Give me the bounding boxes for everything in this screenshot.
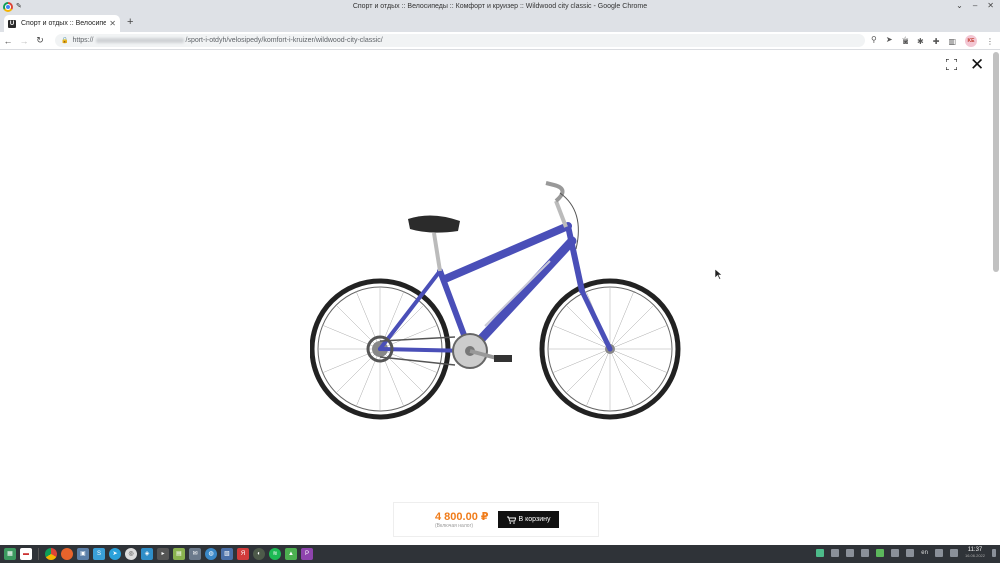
bluetooth-icon[interactable] (934, 549, 943, 557)
url-scheme: https:// (72, 37, 94, 44)
browser-tab[interactable]: U Спорт и отдых :: Велосипед ✕ (4, 15, 120, 32)
cart-button-label: В корзину (518, 516, 551, 523)
window-controls: ⌄ – ✕ (956, 1, 994, 10)
system-tray: en 11:37 16.06.2022 (816, 547, 996, 559)
flag-app-icon[interactable]: ▬ (20, 548, 32, 560)
new-tab-button[interactable]: + (127, 16, 133, 28)
window-menu-icon[interactable]: ⌄ (956, 1, 963, 10)
vpn-icon[interactable]: ◈ (141, 548, 153, 560)
tab-title: Спорт и отдых :: Велосипед (21, 20, 107, 27)
chrome-taskbar-icon[interactable] (45, 548, 57, 560)
mail-icon[interactable]: ✉ (189, 548, 201, 560)
minimize-icon[interactable]: – (973, 1, 977, 10)
toolbar-right-icons: ◙ ✱ ✚ ▥ KE ⋮ (903, 35, 994, 47)
puzzle-icon[interactable]: ✚ (933, 37, 940, 46)
clock[interactable]: 11:37 16.06.2022 (965, 547, 985, 559)
stem (554, 200, 568, 228)
notes-icon[interactable]: ▤ (173, 548, 185, 560)
tax-note: (Включая налог) (435, 523, 474, 529)
address-bar[interactable]: 🔒 https:// /sport-i-otdyh/velosipedy/kom… (55, 34, 865, 47)
browser-globe-icon[interactable]: ◍ (205, 548, 217, 560)
profile-avatar[interactable]: KE (965, 35, 977, 47)
forward-arrow-icon[interactable]: → (16, 36, 32, 46)
app-menu-icon[interactable]: ▦ (4, 548, 16, 560)
fullscreen-icon[interactable] (946, 59, 957, 70)
ide-icon[interactable]: P (301, 548, 313, 560)
back-arrow-icon[interactable]: ← (0, 36, 16, 46)
telegram-icon[interactable]: ➤ (109, 548, 121, 560)
frame-decal (484, 260, 551, 327)
purchase-panel: 4 800.00 ₽ (Включая налог) В корзину (393, 502, 599, 537)
product-price: 4 800.00 ₽ (435, 511, 489, 523)
spotify-icon[interactable]: ≋ (269, 548, 281, 560)
handlebar (545, 181, 565, 203)
tor-icon[interactable]: ◐ (253, 548, 265, 560)
tray-settings-icon[interactable] (831, 549, 840, 557)
taskbar-separator (38, 548, 39, 560)
tab-close-icon[interactable]: ✕ (109, 19, 116, 28)
tray-network-icon[interactable] (861, 549, 870, 557)
close-window-icon[interactable]: ✕ (987, 1, 994, 10)
bicycle-image (310, 181, 681, 420)
firefox-icon[interactable] (61, 548, 73, 560)
cart-icon (506, 516, 516, 524)
page-scrollbar[interactable] (993, 50, 999, 545)
system-monitor-icon[interactable]: ▲ (285, 548, 297, 560)
tray-app-icon[interactable] (816, 549, 825, 557)
url-host-redacted (95, 38, 184, 43)
files-icon[interactable]: ▣ (77, 548, 89, 560)
url-path: /sport-i-otdyh/velosipedy/komfort-i-krui… (185, 37, 383, 44)
kebab-menu-icon[interactable]: ⋮ (986, 37, 994, 46)
wifi-icon[interactable] (949, 549, 958, 557)
side-panel-icon[interactable]: ▥ (948, 37, 956, 46)
tray-display-icon[interactable] (891, 549, 900, 557)
image-viewer-icon[interactable]: ▧ (221, 548, 233, 560)
seat-post (432, 232, 442, 272)
add-to-cart-button[interactable]: В корзину (498, 511, 559, 528)
scrollbar-thumb[interactable] (993, 52, 999, 272)
tray-shield-icon[interactable] (876, 549, 885, 557)
saddle (408, 215, 460, 233)
page-viewport: ✕ 4 800.00 ₽ (Включая налог) В корзину (0, 50, 1000, 545)
volume-icon[interactable] (906, 549, 915, 557)
mouse-cursor-icon (715, 269, 723, 280)
keyboard-language[interactable]: en (921, 550, 928, 556)
terminal-icon[interactable]: ▸ (157, 548, 169, 560)
site-favicon-icon: U (8, 19, 16, 28)
taskbar-apps: ▦ ▬ ▣ S ➤ ◎ ◈ ▸ ▤ ✉ ◍ ▧ Я ◐ ≋ ▲ P (0, 548, 313, 560)
tab-strip: U Спорт и отдых :: Велосипед ✕ + (0, 14, 1000, 32)
browser-toolbar: ← → ↻ 🔒 https:// /sport-i-otdyh/velosipe… (0, 32, 1000, 50)
tray-clipboard-icon[interactable] (846, 549, 855, 557)
reload-icon[interactable]: ↻ (32, 35, 48, 46)
location-icon[interactable]: ⚲ (871, 35, 877, 44)
show-desktop-button[interactable] (992, 549, 996, 557)
send-icon[interactable]: ➤ (886, 35, 893, 44)
pedal (494, 355, 512, 362)
window-title-bar: ✎ Спорт и отдых :: Велосипеды :: Комфорт… (0, 0, 1000, 14)
skype-icon[interactable]: S (93, 548, 105, 560)
os-taskbar: ▦ ▬ ▣ S ➤ ◎ ◈ ▸ ▤ ✉ ◍ ▧ Я ◐ ≋ ▲ P en 11:… (0, 545, 1000, 563)
camera-icon[interactable]: ◙ (903, 37, 908, 46)
clock-date: 16.06.2022 (964, 553, 985, 558)
chromium-icon[interactable]: ◎ (125, 548, 137, 560)
window-title: Спорт и отдых :: Велосипеды :: Комфорт и… (352, 3, 648, 10)
yandex-icon[interactable]: Я (237, 548, 249, 560)
lightbox-close-icon[interactable]: ✕ (970, 56, 984, 73)
lock-icon[interactable]: 🔒 (61, 37, 68, 44)
extension-icon[interactable]: ✱ (917, 37, 924, 46)
